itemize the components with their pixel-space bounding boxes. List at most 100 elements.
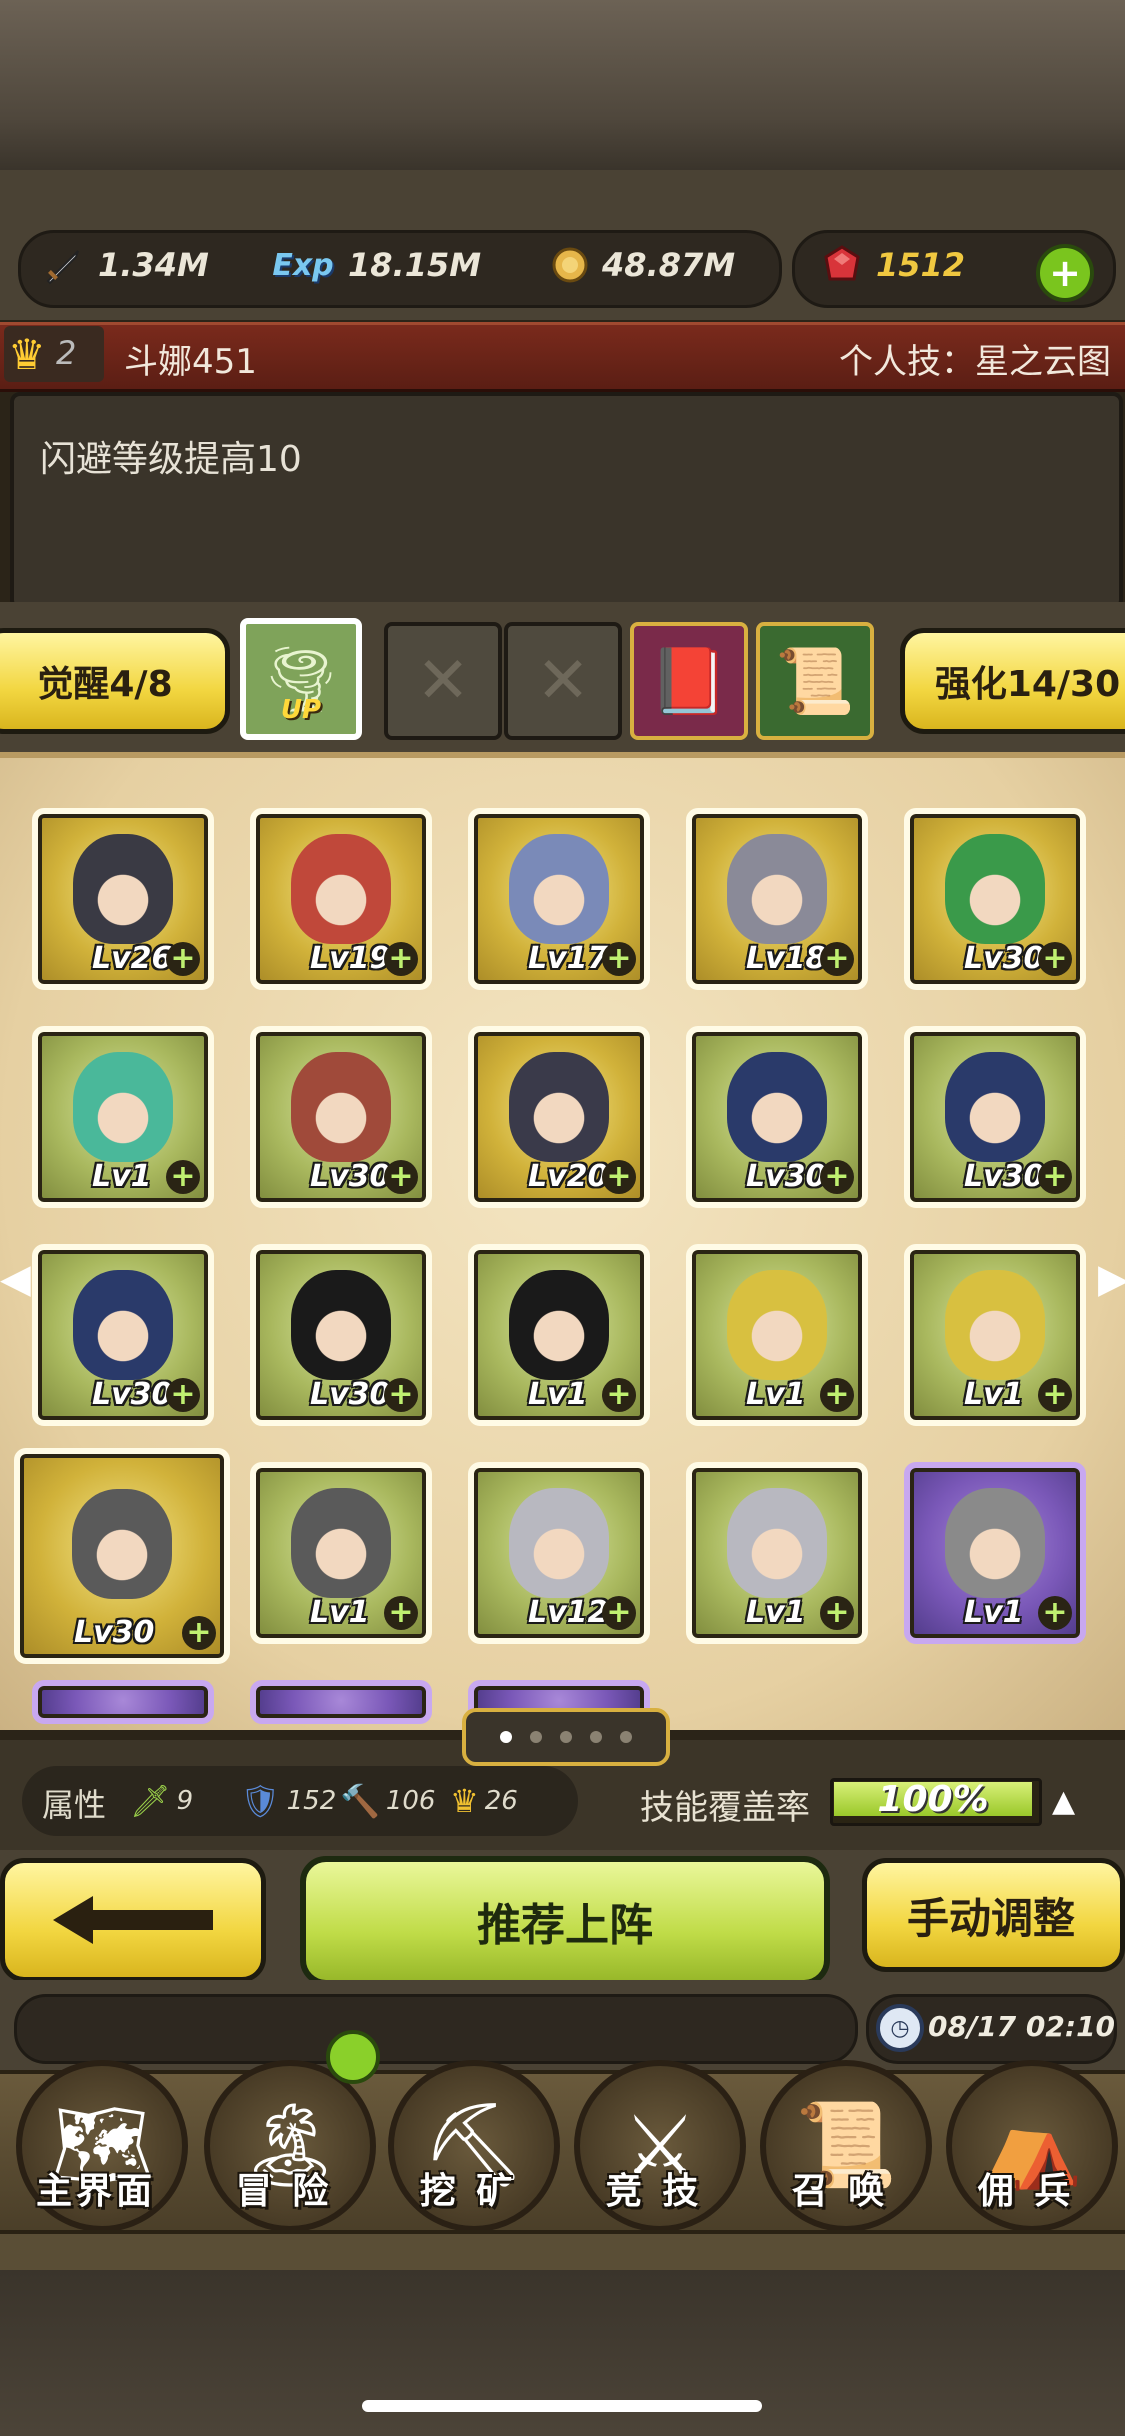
hero-upgrade-plus-icon[interactable]: +	[820, 1596, 854, 1630]
awaken-button[interactable]: 觉醒4/8	[0, 628, 230, 734]
hero-card[interactable]: Lv20 +	[468, 1026, 650, 1208]
hero-upgrade-plus-icon[interactable]: +	[820, 942, 854, 976]
hero-upgrade-plus-icon[interactable]: +	[166, 1160, 200, 1194]
hero-level: Lv30	[74, 1615, 155, 1650]
hero-portrait	[727, 1051, 827, 1162]
hero-upgrade-plus-icon[interactable]: +	[820, 1378, 854, 1412]
hero-level: Lv30	[746, 1159, 827, 1194]
gold-value: 48.87M	[602, 246, 736, 284]
skill-description-box	[10, 392, 1123, 610]
nav-summon[interactable]: 📜 召 唤	[750, 2060, 932, 2232]
hero-upgrade-plus-icon[interactable]: +	[602, 1160, 636, 1194]
hero-card[interactable]: Lv30 +	[32, 1244, 214, 1426]
hero-upgrade-plus-icon[interactable]: +	[602, 1378, 636, 1412]
hero-card[interactable]: Lv30 +	[686, 1026, 868, 1208]
hero-level: Lv1	[92, 1159, 152, 1194]
attack-resource: 1.34M	[40, 240, 209, 290]
hero-upgrade-plus-icon[interactable]: +	[384, 1378, 418, 1412]
tornado-skill-slot[interactable]: 🌪 UP	[240, 618, 362, 740]
hero-level: Lv30	[310, 1377, 391, 1412]
scroll-left-icon[interactable]: ◀	[0, 1256, 31, 1302]
hero-portrait	[945, 1269, 1045, 1380]
expand-up-icon[interactable]: ▲	[1052, 1784, 1075, 1819]
hero-level: Lv12	[528, 1595, 609, 1630]
hero-upgrade-plus-icon[interactable]: +	[384, 942, 418, 976]
hero-upgrade-plus-icon[interactable]: +	[1038, 1160, 1072, 1194]
add-gems-button[interactable]: +	[1036, 244, 1094, 302]
hero-upgrade-plus-icon[interactable]: +	[602, 942, 636, 976]
hero-card[interactable]: Lv1 +	[686, 1244, 868, 1426]
hero-portrait	[291, 1487, 391, 1598]
hero-level: Lv30	[964, 1159, 1045, 1194]
hero-portrait	[727, 1487, 827, 1598]
hero-card[interactable]: Lv1 +	[686, 1462, 868, 1644]
nav-adventure[interactable]: 🏝 冒 险	[194, 2060, 376, 2232]
crown-icon: ♛	[450, 1782, 479, 1820]
hero-upgrade-plus-icon[interactable]: +	[166, 942, 200, 976]
hero-card[interactable]: Lv30 +	[904, 1026, 1086, 1208]
hero-card[interactable]: Lv18 +	[686, 808, 868, 990]
hero-card[interactable]: Lv1 +	[904, 1244, 1086, 1426]
gem-value: 1512	[876, 246, 966, 284]
stat-shield-value: 152	[286, 1786, 337, 1816]
stat-crown: ♛ 26	[450, 1782, 518, 1820]
scroll-item-slot[interactable]: 📜	[756, 622, 874, 740]
nav-mercenary-label: 佣 兵	[977, 2171, 1075, 2212]
strengthen-button[interactable]: 强化14/30	[900, 628, 1125, 734]
hero-upgrade-plus-icon[interactable]: +	[1038, 942, 1072, 976]
hero-upgrade-plus-icon[interactable]: +	[384, 1596, 418, 1630]
nav-arena[interactable]: ⚔ 竞 技	[564, 2060, 746, 2232]
scroll-right-icon[interactable]: ▶	[1098, 1256, 1125, 1302]
hero-level: Lv1	[746, 1595, 806, 1630]
recommend-lineup-button[interactable]: 推荐上阵	[300, 1856, 830, 1986]
book-icon: 📕	[649, 644, 729, 719]
nav-home-label: 主界面	[35, 2171, 156, 2212]
hero-card[interactable]: Lv1 +	[904, 1462, 1086, 1644]
hero-card[interactable]: Lv30 +	[250, 1244, 432, 1426]
hero-card[interactable]: Lv1 +	[32, 1026, 214, 1208]
hero-level: Lv17	[528, 941, 609, 976]
hero-upgrade-plus-icon[interactable]: +	[166, 1378, 200, 1412]
book-item-slot[interactable]: 📕	[630, 622, 748, 740]
hero-upgrade-plus-icon[interactable]: +	[1038, 1378, 1072, 1412]
hero-portrait	[945, 833, 1045, 944]
message-bar[interactable]	[14, 1994, 858, 2064]
manual-adjust-button[interactable]: 手动调整	[862, 1858, 1125, 1972]
hero-level: Lv30	[92, 1377, 173, 1412]
ruby-icon	[818, 241, 866, 289]
hero-card[interactable]: Lv26 +	[32, 808, 214, 990]
arrow-left-icon	[53, 1896, 213, 1944]
home-indicator[interactable]	[362, 2400, 762, 2412]
hero-portrait	[727, 1269, 827, 1380]
page-dot	[620, 1731, 632, 1743]
hero-upgrade-plus-icon[interactable]: +	[820, 1160, 854, 1194]
hero-upgrade-plus-icon[interactable]: +	[1038, 1596, 1072, 1630]
hero-upgrade-plus-icon[interactable]: +	[602, 1596, 636, 1630]
hero-card[interactable]: Lv19 +	[250, 808, 432, 990]
empty-slot-2[interactable]: ✕	[504, 622, 622, 740]
hero-level: Lv18	[746, 941, 827, 976]
awaken-label: 觉醒4/8	[37, 664, 173, 705]
skill-coverage-value: 100%	[877, 1778, 989, 1820]
hero-card[interactable]: Lv1 +	[250, 1462, 432, 1644]
personal-skill-name: 个人技：星之云图	[839, 342, 1111, 382]
sword-icon	[40, 241, 88, 289]
hero-portrait	[73, 1051, 173, 1162]
empty-slot-1[interactable]: ✕	[384, 622, 502, 740]
hero-portrait	[945, 1051, 1045, 1162]
gem-resource: 1512	[818, 240, 965, 290]
nav-mining[interactable]: ⛏ 挖 矿	[378, 2060, 560, 2232]
hero-card[interactable]: Lv1 +	[468, 1244, 650, 1426]
hero-portrait	[291, 1269, 391, 1380]
hero-card[interactable]: Lv12 +	[468, 1462, 650, 1644]
nav-mercenary[interactable]: ⛺ 佣 兵	[936, 2060, 1118, 2232]
hero-upgrade-plus-icon[interactable]: +	[384, 1160, 418, 1194]
stat-dagger-value: 9	[176, 1786, 194, 1816]
hero-card[interactable]: Lv30 +	[904, 808, 1086, 990]
hero-upgrade-plus-icon[interactable]: +	[182, 1616, 216, 1650]
hero-card[interactable]: Lv30 +	[250, 1026, 432, 1208]
hero-card[interactable]: Lv17 +	[468, 808, 650, 990]
hero-card[interactable]: Lv30 +	[14, 1448, 230, 1664]
back-button[interactable]	[0, 1858, 266, 1982]
nav-home[interactable]: 🗺 主界面	[6, 2060, 188, 2232]
